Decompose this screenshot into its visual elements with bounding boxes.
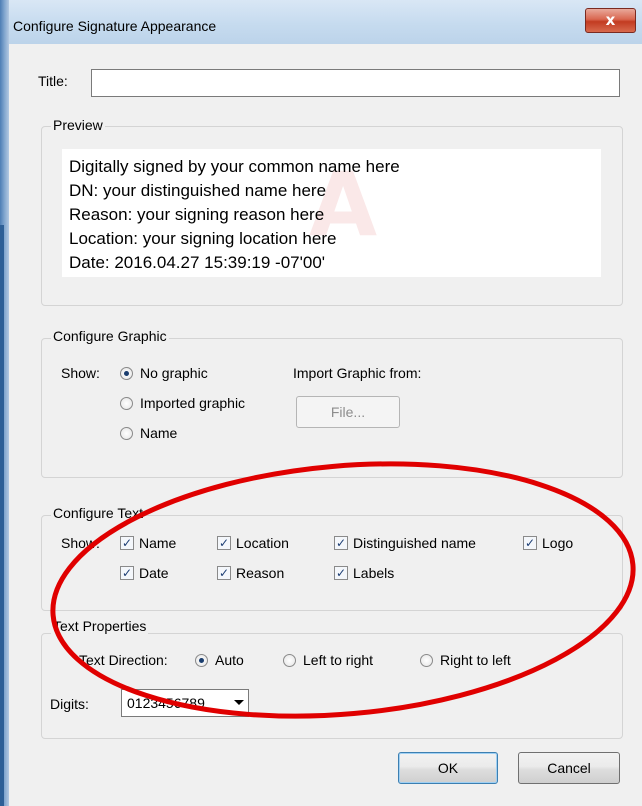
preview-line-reason: Reason: your signing reason here [69,205,325,224]
dialog-window: Configure Signature Appearance x Title: … [9,0,642,806]
logo-checkbox[interactable]: ✓ [523,536,537,550]
no-graphic-radio[interactable] [120,367,133,380]
preview-line-location: Location: your signing location here [69,229,337,248]
left-to-right-label[interactable]: Left to right [303,652,373,668]
logo-checkbox-label[interactable]: Logo [542,535,573,551]
window-title: Configure Signature Appearance [13,18,217,34]
title-label: Title: [38,73,68,89]
preview-line-name: Digitally signed by your common name her… [69,157,400,176]
chevron-down-icon [234,700,244,705]
imported-graphic-label[interactable]: Imported graphic [140,395,245,411]
import-graphic-label: Import Graphic from: [293,365,422,381]
graphic-show-label: Show: [61,365,100,381]
left-to-right-radio[interactable] [283,654,296,667]
dialog-content: Title: Preview A Digitally signed by you… [21,44,627,796]
digits-label: Digits: [50,696,89,712]
ok-button[interactable]: OK [398,752,498,784]
text-direction-label: Text Direction: [79,652,168,668]
title-bar[interactable]: Configure Signature Appearance x [9,0,642,44]
text-properties-group [41,633,623,739]
digits-dropdown[interactable]: 0123456789 [121,689,249,717]
name-graphic-radio[interactable] [120,427,133,440]
name-graphic-label[interactable]: Name [140,425,177,441]
labels-checkbox[interactable]: ✓ [334,566,348,580]
cancel-button[interactable]: Cancel [518,752,620,784]
reason-checkbox[interactable]: ✓ [217,566,231,580]
name-checkbox-label[interactable]: Name [139,535,176,551]
no-graphic-label[interactable]: No graphic [140,365,208,381]
preview-line-dn: DN: your distinguished name here [69,181,327,200]
auto-direction-radio[interactable] [195,654,208,667]
date-checkbox-label[interactable]: Date [139,565,169,581]
text-properties-legend: Text Properties [51,618,149,634]
preview-box: A Digitally signed by your common name h… [62,149,601,277]
digits-value: 0123456789 [127,695,205,711]
auto-direction-label[interactable]: Auto [215,652,244,668]
labels-checkbox-label[interactable]: Labels [353,565,394,581]
text-show-label: Show: [61,535,100,551]
location-checkbox[interactable]: ✓ [217,536,231,550]
imported-graphic-radio[interactable] [120,397,133,410]
close-button[interactable]: x [585,8,636,33]
right-to-left-radio[interactable] [420,654,433,667]
date-checkbox[interactable]: ✓ [120,566,134,580]
background-window-edge [0,0,9,806]
configure-text-legend: Configure Text [51,505,146,521]
configure-graphic-legend: Configure Graphic [51,328,169,344]
preview-line-date: Date: 2016.04.27 15:39:19 -07'00' [69,253,326,272]
name-checkbox[interactable]: ✓ [120,536,134,550]
distinguished-name-checkbox-label[interactable]: Distinguished name [353,535,476,551]
location-checkbox-label[interactable]: Location [236,535,289,551]
preview-legend: Preview [51,117,105,133]
title-input[interactable] [91,69,620,97]
right-to-left-label[interactable]: Right to left [440,652,511,668]
close-icon: x [605,11,616,29]
configure-text-group [41,515,623,611]
distinguished-name-checkbox[interactable]: ✓ [334,536,348,550]
file-button[interactable]: File... [296,396,400,428]
reason-checkbox-label[interactable]: Reason [236,565,284,581]
